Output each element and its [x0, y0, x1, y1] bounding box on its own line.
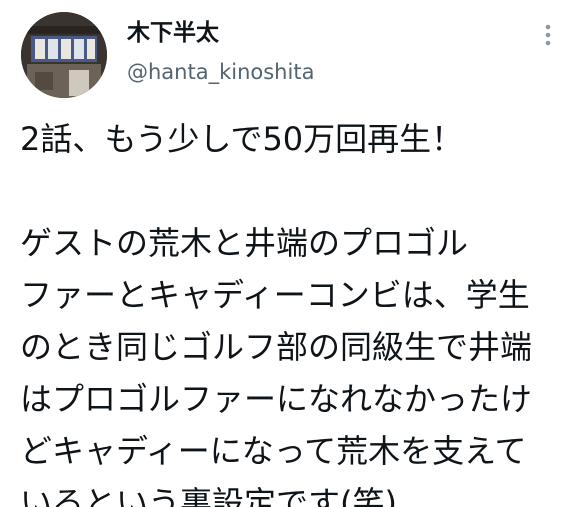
- tweet-text-line: いるという裏設定です(笑): [20, 484, 397, 507]
- display-name[interactable]: 木下半太: [127, 18, 219, 48]
- tweet-text-line: はプロゴルファーになれなかったけ: [20, 380, 533, 418]
- tweet-text: 2話、もう少しで50万回再生！ ゲストの荒木と井端のプロゴル ファーとキャディー…: [20, 113, 575, 507]
- avatar[interactable]: [21, 12, 107, 98]
- avatar-photo-icon: [21, 12, 107, 98]
- tweet-text-line: 2話、もう少しで50万回再生！: [20, 120, 464, 158]
- tweet-text-line: どキャディーになって荒木を支えて: [20, 432, 527, 470]
- tweet-text-line: ファーとキャディーコンビは、学生: [20, 276, 530, 314]
- tweet-text-line: のとき同じゴルフ部の同級生で井端: [20, 328, 533, 366]
- user-handle[interactable]: @hanta_kinoshita: [127, 58, 314, 86]
- tweet-text-blank-line: [20, 165, 575, 217]
- more-vertical-icon: [545, 24, 551, 46]
- more-options-button[interactable]: [538, 22, 558, 50]
- tweet-text-line: ゲストの荒木と井端のプロゴル: [20, 224, 469, 262]
